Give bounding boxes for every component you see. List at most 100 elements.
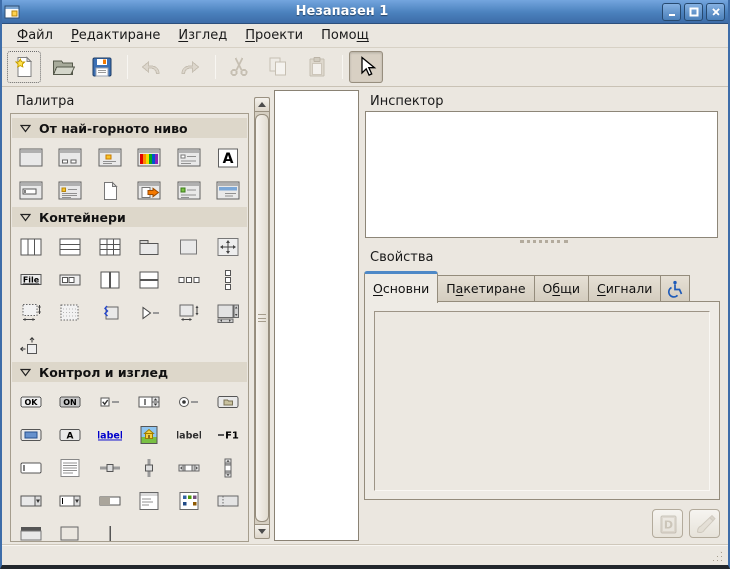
palette-item-accellabel[interactable]: F1	[212, 421, 244, 449]
palette-item-combobox[interactable]	[15, 487, 47, 515]
tab-сигнали[interactable]: Сигнали	[589, 275, 661, 302]
palette-item-vseparator[interactable]	[94, 520, 126, 543]
palette-item-comboboxentry[interactable]	[54, 487, 86, 515]
palette-item-iconview[interactable]	[173, 487, 205, 515]
selector-arrow-button[interactable]	[349, 51, 383, 83]
palette-item-vbox[interactable]	[54, 233, 86, 261]
application-window: Незапазен 1 ФайлРедактиранеИзгледПроекти…	[0, 0, 730, 569]
palette-item-message-window[interactable]	[54, 177, 86, 205]
menu-редактиране[interactable]: Редактиране	[62, 25, 169, 46]
menu-файл[interactable]: Файл	[8, 25, 62, 46]
copy-button	[261, 51, 295, 83]
minimize-button[interactable]	[662, 3, 681, 21]
palette-item-assistant[interactable]	[133, 177, 165, 205]
expander-triangle-icon	[20, 124, 31, 133]
palette-item-file-chooser-widget[interactable]	[173, 177, 205, 205]
palette-item-hscale[interactable]	[94, 454, 126, 482]
palette-item-vpaned[interactable]	[133, 266, 165, 294]
palette-item-hseparator[interactable]	[54, 520, 86, 543]
palette-section-header[interactable]: Контрол и изглед	[12, 362, 247, 382]
scrollbar-up-icon[interactable]	[255, 98, 269, 112]
palette-section-header[interactable]: Контейнери	[12, 207, 247, 227]
new-document-button[interactable]	[7, 51, 41, 83]
dialog-icon	[58, 148, 82, 168]
alignment-icon	[19, 336, 43, 356]
palette-item-color-selection-dialog[interactable]	[133, 144, 165, 172]
tab-пакетиране[interactable]: Пакетиране	[438, 275, 534, 302]
palette-item-checkbutton[interactable]	[94, 388, 126, 416]
palette-item-notebook[interactable]	[133, 233, 165, 261]
menu-изглед[interactable]: Изглед	[169, 25, 236, 46]
palette-item-toolbar[interactable]	[54, 266, 86, 294]
scrollbar-thumb[interactable]	[255, 114, 269, 522]
palette-item-viewport[interactable]	[15, 299, 47, 327]
vscrollbar-icon	[216, 458, 240, 478]
comboboxentry-icon	[58, 491, 82, 511]
palette-section-label: От най-горното ниво	[39, 121, 188, 136]
save-button[interactable]	[85, 51, 119, 83]
palette-item-vscale[interactable]	[133, 454, 165, 482]
palette-item-hbuttonbox[interactable]	[173, 266, 205, 294]
palette-item-button[interactable]: OK	[15, 388, 47, 416]
tab-accessibility[interactable]	[661, 275, 690, 302]
pane-resize-handle[interactable]	[520, 240, 568, 243]
inspector-tree[interactable]	[365, 111, 718, 238]
palette-item-recent-chooser-dialog[interactable]	[212, 177, 244, 205]
palette-item-about-dialog[interactable]	[94, 177, 126, 205]
palette-item-fontbutton[interactable]: A	[54, 421, 86, 449]
resize-grip[interactable]	[711, 550, 723, 562]
palette-item-layout[interactable]	[54, 299, 86, 327]
spinbutton-icon	[137, 392, 161, 412]
menu-проекти[interactable]: Проекти	[236, 25, 312, 46]
palette-item-togglebutton[interactable]: ON	[54, 388, 86, 416]
palette-item-filechooserbutton[interactable]	[212, 388, 244, 416]
palette-section-header[interactable]: От най-горното ниво	[12, 118, 247, 138]
selector-arrow-icon	[354, 55, 378, 79]
tab-основни[interactable]: Основни	[364, 271, 438, 303]
palette-item-colorbutton[interactable]	[15, 421, 47, 449]
vbox-icon	[58, 237, 82, 257]
palette-item-cellview[interactable]	[212, 487, 244, 515]
palette-scrollbar[interactable]	[254, 97, 270, 539]
palette-item-hbox[interactable]	[15, 233, 47, 261]
palette-item-spinbutton[interactable]	[133, 388, 165, 416]
close-button[interactable]	[706, 3, 725, 21]
palette-item-font-selection-dialog[interactable]: A	[212, 144, 244, 172]
palette-item-label[interactable]: label	[173, 421, 205, 449]
palette-item-linkbutton[interactable]: label	[94, 421, 126, 449]
palette-item-input-dialog[interactable]	[15, 177, 47, 205]
palette-item-handlebox[interactable]	[94, 299, 126, 327]
palette-item-dialog[interactable]	[54, 144, 86, 172]
palette-item-scrolledwindow[interactable]	[173, 299, 205, 327]
palette-item-radiobutton[interactable]	[173, 388, 205, 416]
open-folder-button[interactable]	[46, 51, 80, 83]
design-canvas[interactable]	[274, 90, 359, 541]
palette-item-table[interactable]	[94, 233, 126, 261]
titlebar[interactable]: Незапазен 1	[0, 0, 730, 24]
palette-item-hscrollbar[interactable]	[173, 454, 205, 482]
palette-item-scrolled-layout[interactable]	[212, 299, 244, 327]
tab-общи[interactable]: Общи	[535, 275, 589, 302]
palette-item-progressbar[interactable]	[94, 487, 126, 515]
palette-item-window[interactable]	[15, 144, 47, 172]
palette-item-vbuttonbox[interactable]	[212, 266, 244, 294]
palette-item-file-chooser-dialog[interactable]	[173, 144, 205, 172]
palette-item-alignment[interactable]	[15, 332, 47, 360]
maximize-button[interactable]	[684, 3, 703, 21]
palette-item-entry[interactable]	[15, 454, 47, 482]
scrollbar-down-icon[interactable]	[255, 524, 269, 538]
palette-item-message-dialog[interactable]	[94, 144, 126, 172]
palette-item-treeview[interactable]	[133, 487, 165, 515]
expander-triangle-icon	[20, 368, 31, 377]
palette-item-image[interactable]	[133, 421, 165, 449]
palette-item-statusbar[interactable]	[15, 520, 47, 543]
palette-item-textview[interactable]	[54, 454, 86, 482]
menu-помощ[interactable]: Помощ	[312, 25, 378, 46]
palette-item-fixed[interactable]	[212, 233, 244, 261]
palette-item-expander[interactable]	[133, 299, 165, 327]
svg-text:A: A	[223, 151, 234, 167]
palette-item-frame[interactable]	[173, 233, 205, 261]
palette-item-hpaned[interactable]	[94, 266, 126, 294]
palette-item-menubar[interactable]: File	[15, 266, 47, 294]
palette-item-vscrollbar[interactable]	[212, 454, 244, 482]
